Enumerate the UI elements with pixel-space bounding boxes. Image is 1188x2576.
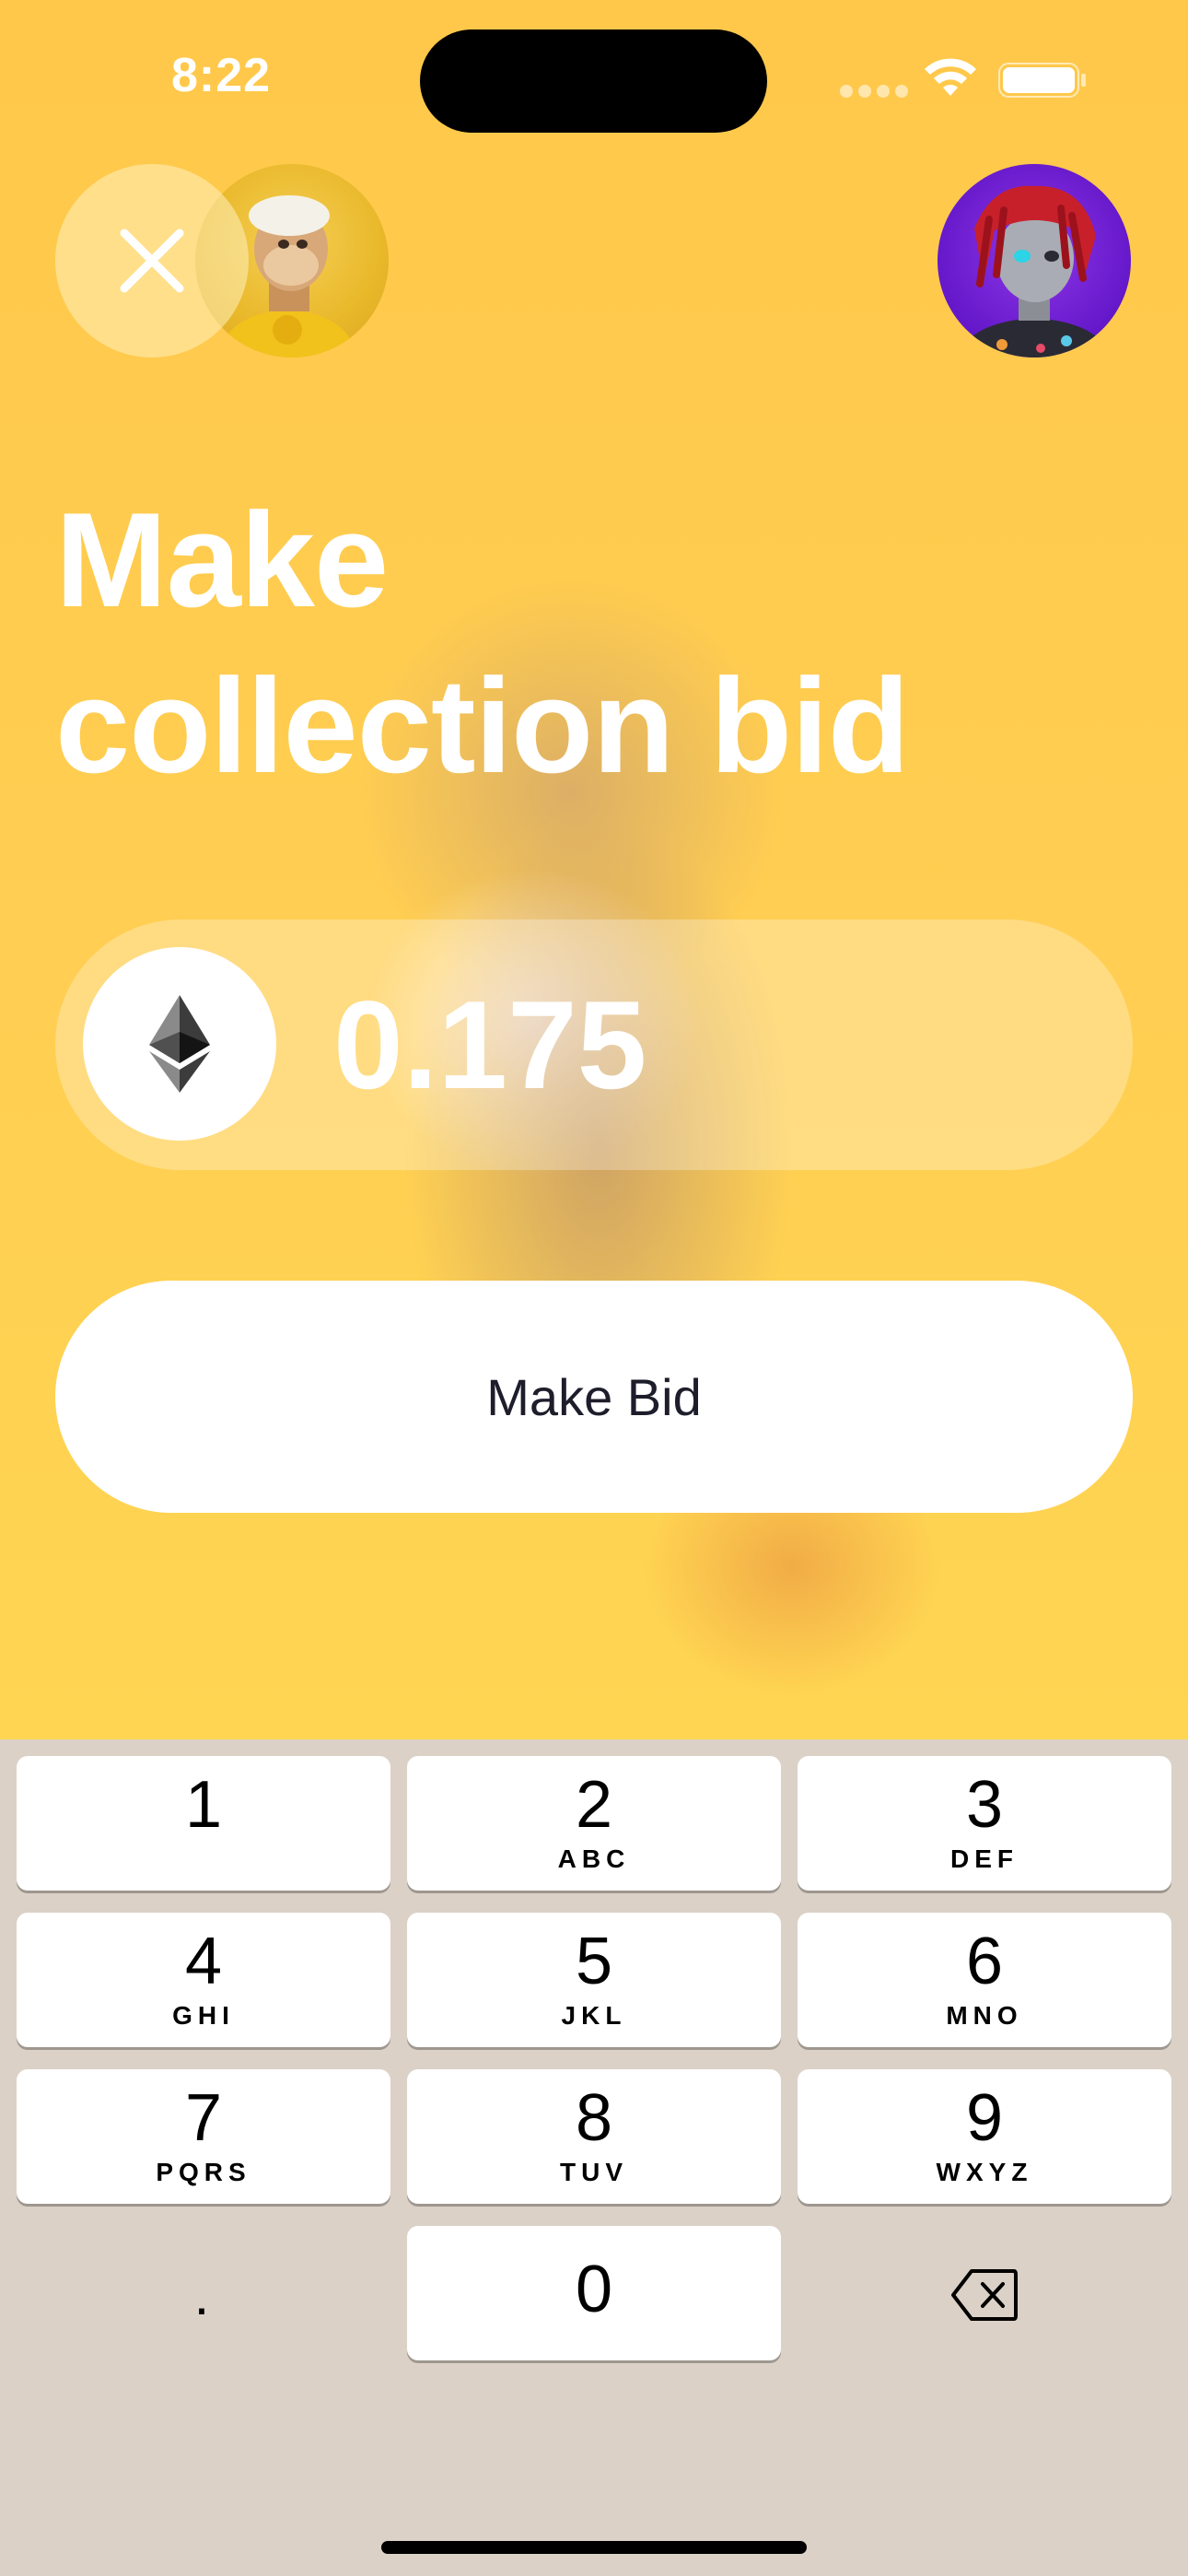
key-digit: 7 (184, 2081, 223, 2155)
key-digit: 5 (575, 1925, 613, 1998)
battery-icon (998, 63, 1086, 98)
key-letters: GHI (172, 2001, 235, 2030)
key-letters: DEF (950, 1844, 1019, 1873)
user-avatar[interactable] (938, 164, 1131, 357)
make-bid-button[interactable]: Make Bid (55, 1281, 1133, 1513)
key-1[interactable]: 1 (17, 1756, 390, 1891)
bid-screen: 8:22 Make collection bid 0.175 Make Bid … (0, 0, 1188, 2576)
page-title: Make collection bid (55, 477, 1133, 809)
key-digit: 6 (965, 1925, 1004, 1998)
key-4[interactable]: 4 GHI (17, 1913, 390, 2047)
key-8[interactable]: 8 TUV (407, 2069, 781, 2204)
key-letters: JKL (561, 2001, 627, 2030)
delete-key[interactable] (798, 2228, 1171, 2362)
close-x-icon (120, 228, 184, 293)
key-9[interactable]: 9 WXYZ (798, 2069, 1171, 2204)
key-digit: 9 (965, 2081, 1004, 2155)
title-line-2: collection bid (55, 650, 910, 801)
key-5[interactable]: 5 JKL (407, 1913, 781, 2047)
key-digit: 0 (575, 2253, 613, 2326)
key-digit: 3 (965, 1768, 1004, 1842)
currency-badge (83, 947, 276, 1141)
wifi-icon (925, 58, 976, 96)
key-letters: PQRS (156, 2158, 251, 2186)
key-6[interactable]: 6 MNO (798, 1913, 1171, 2047)
numeric-keypad: 1 2 ABC 3 DEF 4 GHI 5 JKL 6 MNO 7 PQRS 8 (0, 1739, 1188, 2576)
bid-amount-value[interactable]: 0.175 (333, 971, 646, 1118)
key-2[interactable]: 2 ABC (407, 1756, 781, 1891)
key-7[interactable]: 7 PQRS (17, 2069, 390, 2204)
red-dreadlocks-nft-avatar-image (961, 185, 1108, 357)
cellular-signal-icon (840, 85, 914, 100)
key-letters: WXYZ (936, 2158, 1033, 2186)
dynamic-island (420, 29, 767, 133)
bid-amount-field[interactable]: 0.175 (55, 919, 1133, 1170)
key-digit: 8 (575, 2081, 613, 2155)
key-3[interactable]: 3 DEF (798, 1756, 1171, 1891)
ethereum-icon (149, 995, 210, 1093)
key-letters: MNO (946, 2001, 1023, 2030)
key-letters: TUV (560, 2158, 628, 2186)
status-bar: 8:22 (0, 0, 1188, 157)
key-decimal-point[interactable]: . (15, 2228, 389, 2362)
key-digit: 2 (575, 1768, 613, 1842)
status-time: 8:22 (170, 49, 272, 102)
close-button[interactable] (55, 164, 249, 357)
key-letters: ABC (557, 1844, 631, 1873)
backspace-icon (951, 2269, 1018, 2321)
home-indicator[interactable] (381, 2541, 807, 2554)
key-digit: 4 (184, 1925, 223, 1998)
title-line-1: Make (55, 485, 389, 635)
key-digit: 1 (184, 1768, 223, 1842)
key-0[interactable]: 0 (407, 2226, 781, 2360)
